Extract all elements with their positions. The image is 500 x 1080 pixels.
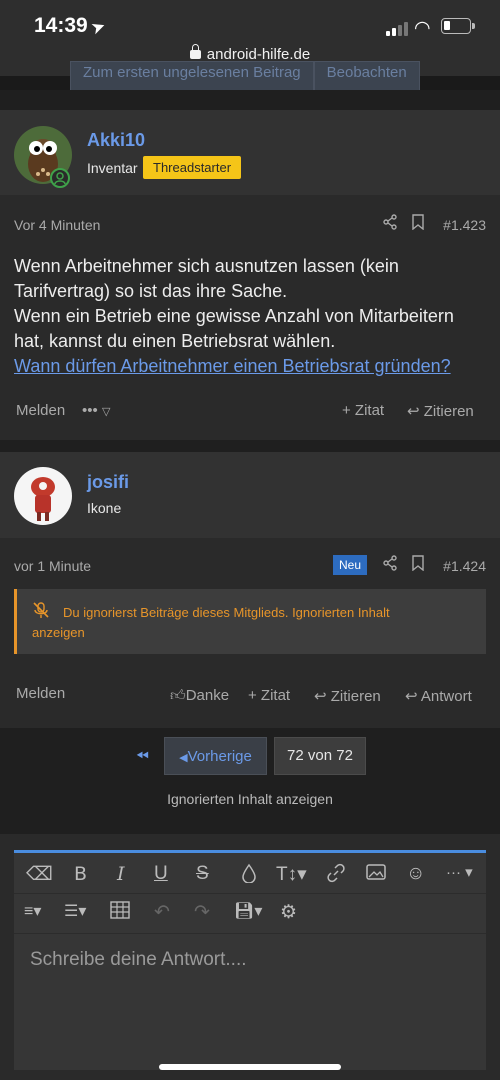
list-icon[interactable]: ☰▾ <box>64 901 86 921</box>
reply-arrow-icon: ↩ <box>407 403 420 420</box>
threadstarter-badge: Threadstarter <box>143 156 242 179</box>
watch-button[interactable]: Beobachten <box>313 61 420 90</box>
bookmark-icon[interactable] <box>412 555 424 575</box>
redo-icon[interactable]: ↷ <box>194 901 210 924</box>
post-separator <box>0 90 500 110</box>
multi-quote-button[interactable]: + Zitat <box>342 402 384 419</box>
username[interactable]: Akki10 <box>87 130 145 151</box>
home-indicator <box>159 1064 341 1070</box>
reply-input[interactable]: Schreibe deine Antwort.... <box>30 949 247 971</box>
underline-icon[interactable]: U <box>154 863 168 885</box>
table-icon[interactable] <box>110 901 130 925</box>
share-icon[interactable] <box>382 555 398 575</box>
post-line: hat, kannst du einen Betriebsrat wählen. <box>14 331 336 351</box>
toolbar-divider <box>14 893 486 894</box>
chevron-down-icon: ▽ <box>101 406 111 418</box>
image-icon[interactable] <box>366 863 386 887</box>
multi-quote-button[interactable]: + Zitat <box>248 687 290 704</box>
report-button[interactable]: Melden <box>16 685 65 702</box>
post-line: Wenn Arbeitnehmer sich ausnutzen lassen … <box>14 256 399 276</box>
show-ignored-content-link[interactable]: Ignorierten Inhalt anzeigen <box>0 791 500 807</box>
wifi-icon: ◠ <box>414 18 431 39</box>
quote-label: Zitieren <box>423 403 474 420</box>
post-time[interactable]: vor 1 Minute <box>14 558 91 574</box>
page-count[interactable]: 72 von 72 <box>274 737 366 775</box>
emoji-icon[interactable]: ☺ <box>406 863 425 885</box>
reply-label: Antwort <box>420 688 472 705</box>
quote-button[interactable]: ↩ Zitieren <box>314 687 381 705</box>
quote-label: Zitieren <box>330 688 381 705</box>
bookmark-icon[interactable] <box>412 214 424 234</box>
reply-arrow-icon: ↩ <box>405 688 418 705</box>
italic-icon[interactable]: I <box>117 863 125 885</box>
quote-button[interactable]: ↩ Zitieren <box>407 402 474 420</box>
chevron-left-icon: ◀ <box>179 752 188 764</box>
eraser-icon[interactable]: ⌫ <box>26 863 53 886</box>
more-options-button[interactable]: ••• ▽ <box>82 402 110 419</box>
user-avatar[interactable] <box>14 467 72 525</box>
user-title: Inventar <box>87 160 138 176</box>
previous-page-button[interactable]: ◀Vorherige <box>164 737 267 775</box>
link-icon[interactable] <box>326 863 346 889</box>
report-button[interactable]: Melden <box>16 402 65 419</box>
color-drop-icon[interactable] <box>242 863 256 889</box>
post-header <box>0 110 500 195</box>
show-ignored-link[interactable]: Ignorierten Inhalt <box>292 605 390 620</box>
new-badge: Neu <box>333 555 368 575</box>
reply-button[interactable]: ↩ Antwort <box>405 687 472 705</box>
align-icon[interactable]: ≡▾ <box>24 901 41 921</box>
post-1423: Akki10 Inventar Threadstarter Vor 4 Minu… <box>0 110 500 440</box>
battery-icon <box>441 18 475 34</box>
thumbs-up-icon: 👍︎ <box>170 687 186 704</box>
more-options-icon[interactable]: ··· ▾ <box>446 863 473 881</box>
font-size-icon[interactable]: T↕▾ <box>276 863 307 886</box>
more-label: ••• <box>82 402 98 419</box>
post-header <box>0 452 500 538</box>
top-buttons: Zum ersten ungelesenen Beitrag Beobachte… <box>70 61 420 90</box>
post-body: Wenn Arbeitnehmer sich ausnutzen lassen … <box>14 254 486 379</box>
post-line: Tarifvertrag) so ist das ihre Sache. <box>14 281 288 301</box>
post-1424: josifi Ikone vor 1 Minute Neu #1.424 Du … <box>0 452 500 728</box>
location-arrow-icon: ➤ <box>89 17 107 38</box>
save-draft-icon[interactable]: 💾︎▾ <box>234 901 262 921</box>
user-title: Ikone <box>87 500 122 516</box>
online-status-icon <box>50 168 70 188</box>
post-line: Wenn ein Betrieb eine gewisse Anzahl von… <box>14 306 454 326</box>
show-ignored-link-cont[interactable]: anzeigen <box>32 625 85 640</box>
share-icon[interactable] <box>382 214 398 234</box>
reply-arrow-icon: ↩ <box>314 688 327 705</box>
notice-text: Du ignorierst Beiträge dieses Mitglieds. <box>63 605 289 620</box>
cellular-signal-icon <box>386 22 408 36</box>
ignored-notice: Du ignorierst Beiträge dieses Mitglieds.… <box>14 589 486 654</box>
like-button[interactable]: 👍︎Danke <box>170 687 229 705</box>
lock-icon <box>189 44 201 59</box>
clock: 14:39 ➤ <box>34 14 107 38</box>
prev-label: Vorherige <box>187 748 252 765</box>
toolbar-divider <box>14 933 486 934</box>
first-page-icon[interactable]: ⏪︎ <box>136 748 149 766</box>
pagination: ⏪︎ ◀Vorherige 72 von 72 Ignorierten Inha… <box>0 728 500 834</box>
post-separator <box>0 440 500 452</box>
reply-editor: ⌫ B I U S T↕▾ ☺ ··· ▾ ≡▾ ☰▾ ↶ ↷ 💾︎▾ ⚙ Sc… <box>0 834 500 1080</box>
post-number[interactable]: #1.424 <box>443 558 486 574</box>
post-link[interactable]: Wann dürfen Arbeitnehmer einen Betriebsr… <box>14 354 486 379</box>
bold-icon[interactable]: B <box>74 863 87 885</box>
first-unread-button[interactable]: Zum ersten ungelesenen Beitrag <box>70 61 314 90</box>
muted-mic-icon <box>32 601 50 625</box>
username[interactable]: josifi <box>87 472 129 493</box>
post-time[interactable]: Vor 4 Minuten <box>14 217 100 233</box>
like-label: Danke <box>185 687 230 704</box>
undo-icon[interactable]: ↶ <box>154 901 170 924</box>
settings-gear-icon[interactable]: ⚙ <box>280 901 297 924</box>
post-number[interactable]: #1.423 <box>443 217 486 233</box>
editor-frame: ⌫ B I U S T↕▾ ☺ ··· ▾ ≡▾ ☰▾ ↶ ↷ 💾︎▾ ⚙ Sc… <box>14 850 486 1070</box>
strikethrough-icon[interactable]: S <box>196 863 209 885</box>
